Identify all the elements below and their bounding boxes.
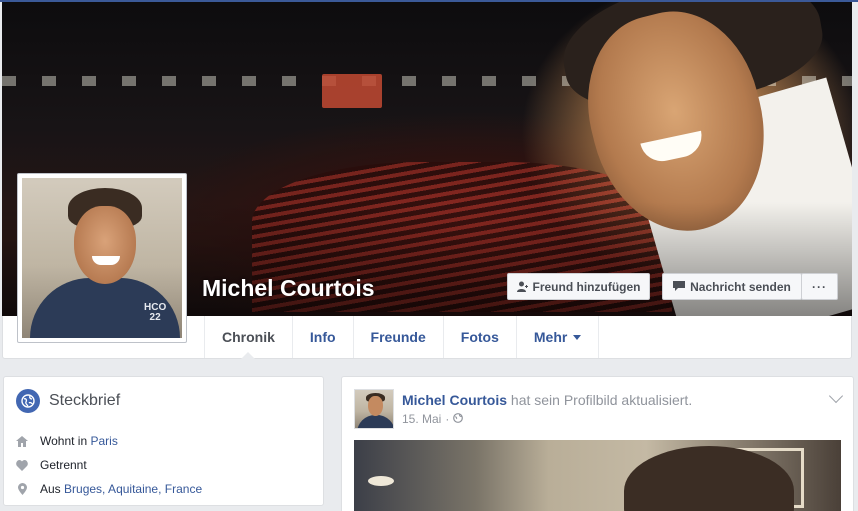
timeline-post: Michel Courtois hat sein Profilbild aktu…	[341, 376, 854, 511]
from-place-link[interactable]: Bruges, Aquitaine, France	[64, 482, 202, 496]
location-pin-icon	[16, 483, 28, 495]
globe-icon	[16, 389, 40, 413]
post-photo-light	[368, 476, 394, 486]
tab-fotos[interactable]: Fotos	[444, 316, 517, 358]
chevron-down-icon[interactable]	[828, 388, 844, 404]
intro-header: Steckbrief	[16, 389, 120, 413]
profile-picture[interactable]: HCO 22	[17, 173, 187, 343]
post-author-avatar[interactable]	[354, 389, 394, 429]
more-options-label: ···	[812, 279, 827, 294]
add-friend-label: Freund hinzufügen	[532, 279, 641, 294]
post-author-link[interactable]: Michel Courtois	[402, 392, 507, 408]
send-message-label: Nachricht senden	[690, 279, 791, 294]
intro-card: Steckbrief Wohnt in Paris Getrennt Aus B…	[3, 376, 324, 506]
tab-freunde-label: Freunde	[370, 329, 426, 345]
post-action-text: hat sein Profilbild aktualisiert.	[510, 392, 693, 408]
more-options-button[interactable]: ···	[801, 273, 838, 300]
tab-mehr[interactable]: Mehr	[517, 316, 600, 358]
tab-info[interactable]: Info	[293, 316, 354, 358]
lives-in-city-link[interactable]: Paris	[90, 434, 117, 448]
message-icon	[673, 281, 686, 292]
tab-chronik-label: Chronik	[222, 329, 275, 345]
avatar-face	[74, 206, 136, 284]
intro-lives-in: Wohnt in Paris	[16, 434, 118, 448]
avatar: HCO 22	[22, 178, 182, 338]
relationship-status: Getrennt	[40, 458, 87, 472]
post-date[interactable]: 15. Mai	[402, 412, 441, 426]
add-friend-button[interactable]: Freund hinzufügen	[507, 273, 650, 300]
home-icon	[16, 435, 28, 447]
tab-chronik[interactable]: Chronik	[204, 316, 293, 359]
arena-scoreboard	[322, 74, 382, 108]
from-prefix: Aus	[40, 482, 61, 496]
post-meta-separator: ·	[445, 412, 450, 426]
intro-relationship: Getrennt	[16, 458, 87, 472]
profile-name[interactable]: Michel Courtois	[202, 275, 375, 302]
profile-tabs: Chronik Info Freunde Fotos Mehr	[204, 316, 600, 359]
send-message-button[interactable]: Nachricht senden	[662, 273, 802, 300]
post-avatar-shirt	[357, 415, 393, 428]
post-header: Michel Courtois hat sein Profilbild aktu…	[402, 392, 692, 408]
lives-in-prefix: Wohnt in	[40, 434, 88, 448]
caret-down-icon	[573, 334, 582, 340]
tab-fotos-label: Fotos	[460, 329, 499, 345]
heart-icon	[16, 459, 28, 471]
post-photo[interactable]	[354, 440, 841, 511]
globe-privacy-icon[interactable]	[453, 412, 464, 426]
tab-info-label: Info	[309, 329, 336, 345]
avatar-shirt-logo: HCO 22	[144, 302, 167, 323]
tab-mehr-label: Mehr	[533, 329, 568, 345]
intro-title: Steckbrief	[49, 392, 121, 409]
intro-from: Aus Bruges, Aquitaine, France	[16, 482, 202, 496]
tab-freunde[interactable]: Freunde	[354, 316, 444, 358]
post-avatar-face	[368, 396, 383, 416]
add-friend-icon	[516, 281, 528, 293]
post-meta: 15. Mai ·	[402, 412, 464, 426]
